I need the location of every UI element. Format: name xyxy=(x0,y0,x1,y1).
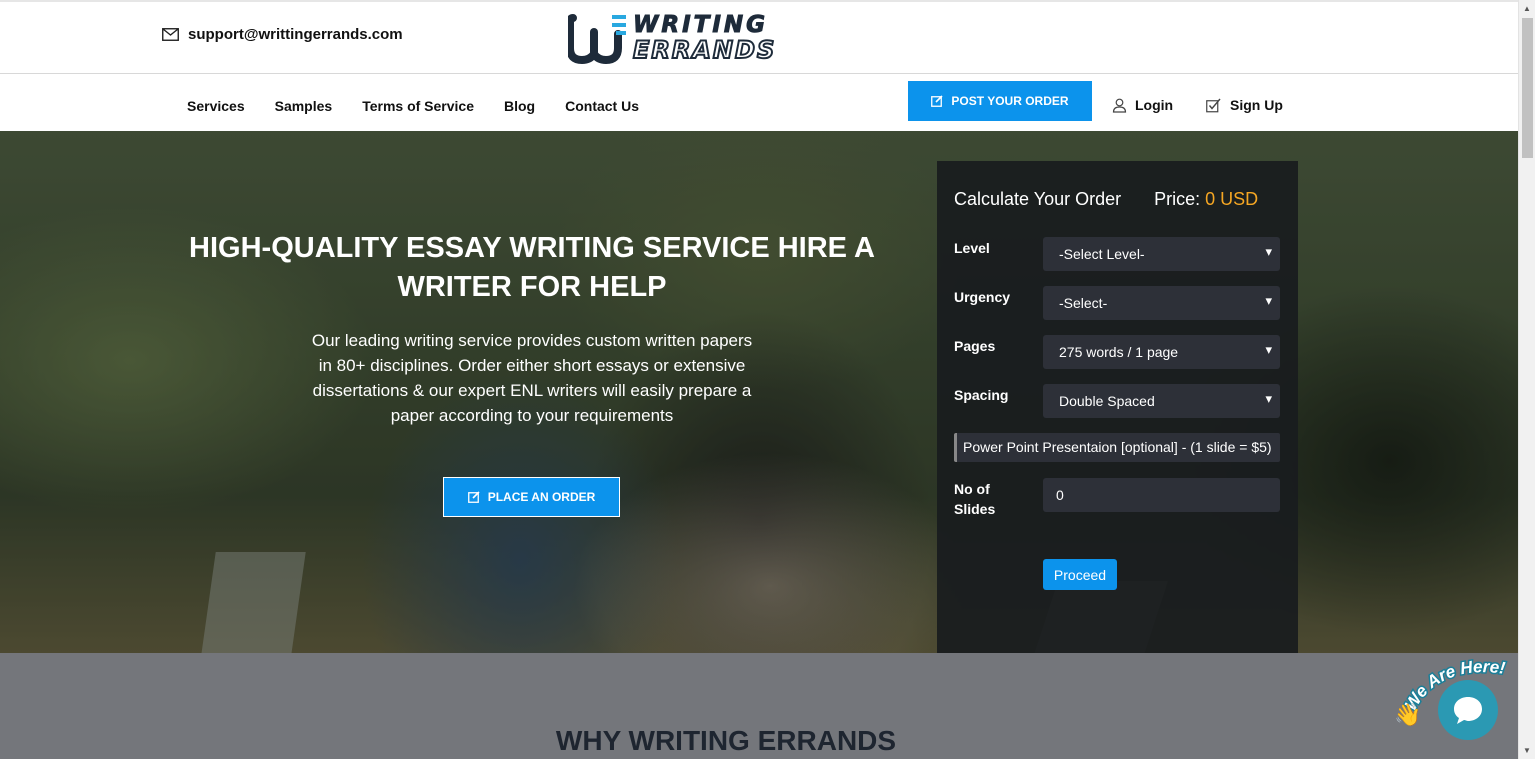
why-section-title: WHY WRITING ERRANDS xyxy=(555,725,897,756)
urgency-select-value: -Select- xyxy=(1059,295,1108,311)
user-icon xyxy=(1112,98,1127,113)
scrollbar-thumb[interactable] xyxy=(1522,18,1533,158)
logo-text-writing: WRITING xyxy=(632,12,769,38)
hero-photo-laptop-left xyxy=(200,552,306,653)
level-select-value: -Select Level- xyxy=(1059,246,1145,262)
hero-banner: HIGH-QUALITY ESSAY WRITING SERVICE HIRE … xyxy=(0,131,1518,653)
nav-links: Services Samples Terms of Service Blog C… xyxy=(187,98,639,114)
post-order-label: POST YOUR ORDER xyxy=(951,94,1069,108)
logo-w-icon xyxy=(566,12,630,65)
level-label: Level xyxy=(954,240,990,256)
nav-link-contact[interactable]: Contact Us xyxy=(565,98,639,114)
spacing-select-value: Double Spaced xyxy=(1059,393,1155,409)
edit-icon xyxy=(931,95,943,107)
scroll-up-arrow-icon[interactable]: ▲ xyxy=(1523,4,1531,13)
price-value: 0 USD xyxy=(1205,189,1259,209)
waving-hand-icon: 👋 xyxy=(1394,702,1422,727)
place-order-label: PLACE AN ORDER xyxy=(487,490,596,504)
post-order-button[interactable]: POST YOUR ORDER xyxy=(908,81,1092,121)
pages-label: Pages xyxy=(954,338,996,354)
nav-link-terms[interactable]: Terms of Service xyxy=(362,98,474,114)
logo-text-errands: ERRANDS xyxy=(632,36,777,64)
top-bar: support@writtingerrands.com WRITING ERRA… xyxy=(0,0,1518,74)
envelope-icon xyxy=(162,28,179,41)
urgency-select[interactable]: -Select- xyxy=(1043,286,1280,320)
pages-select[interactable]: 275 words / 1 page xyxy=(1043,335,1280,369)
pages-select-value: 275 words / 1 page xyxy=(1059,344,1179,360)
slides-input[interactable]: 0 xyxy=(1043,478,1280,512)
why-section: WHY WRITING ERRANDS xyxy=(0,653,1518,759)
login-link[interactable]: Login xyxy=(1112,97,1173,113)
support-email[interactable]: support@writtingerrands.com xyxy=(162,26,403,43)
main-nav: Services Samples Terms of Service Blog C… xyxy=(0,74,1518,131)
price-display: Price: 0 USD xyxy=(1154,189,1258,210)
site-logo[interactable]: WRITING ERRANDS xyxy=(566,12,777,65)
chat-bubble-icon xyxy=(1454,697,1482,724)
order-calculator: Calculate Your Order Price: 0 USD Level … xyxy=(937,161,1298,653)
scroll-down-arrow-icon[interactable]: ▼ xyxy=(1523,746,1531,755)
chat-button[interactable] xyxy=(1438,680,1498,740)
checkbox-icon xyxy=(1206,98,1221,112)
calculator-title: Calculate Your Order xyxy=(954,189,1122,209)
price-label: Price: xyxy=(1154,189,1201,209)
login-label: Login xyxy=(1135,97,1174,113)
signup-link[interactable]: Sign Up xyxy=(1206,97,1283,113)
signup-label: Sign Up xyxy=(1230,97,1283,113)
hero-description: Our leading writing service provides cus… xyxy=(311,331,753,425)
proceed-button[interactable]: Proceed xyxy=(1043,559,1117,590)
urgency-label: Urgency xyxy=(954,289,1011,305)
level-select[interactable]: -Select Level- xyxy=(1043,237,1280,271)
support-email-text: support@writtingerrands.com xyxy=(188,26,403,43)
spacing-label: Spacing xyxy=(954,387,1009,403)
place-order-button[interactable]: PLACE AN ORDER xyxy=(443,477,620,517)
calculator-header: Calculate Your Order Price: 0 USD xyxy=(954,189,1258,210)
slides-label: No of Slides xyxy=(954,481,996,517)
nav-link-services[interactable]: Services xyxy=(187,98,245,114)
nav-link-samples[interactable]: Samples xyxy=(275,98,333,114)
ppt-option-note: Power Point Presentaion [optional] - (1 … xyxy=(954,433,1280,462)
page-scrollbar[interactable]: ▲ ▼ xyxy=(1518,0,1535,759)
slides-input-value: 0 xyxy=(1056,487,1064,503)
spacing-select[interactable]: Double Spaced xyxy=(1043,384,1280,418)
edit-icon xyxy=(467,491,480,503)
nav-link-blog[interactable]: Blog xyxy=(504,98,535,114)
hero-title: HIGH-QUALITY ESSAY WRITING SERVICE HIRE … xyxy=(189,232,875,303)
